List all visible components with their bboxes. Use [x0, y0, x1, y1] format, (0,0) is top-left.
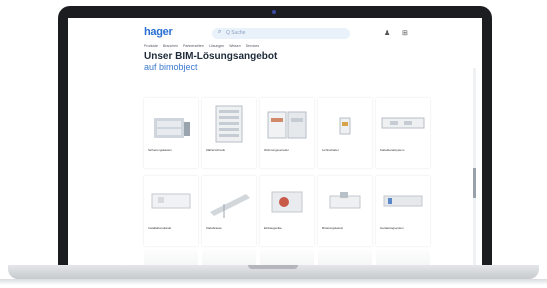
nav-item[interactable]: Wissen [229, 44, 240, 48]
product-card[interactable]: Wohnungsverteiler [260, 98, 314, 168]
laptop-shadow [0, 279, 547, 285]
product-label: Sicherungskasten [148, 148, 172, 152]
product-label: Installationskanal [148, 226, 172, 230]
product-label: Wohnungsverteiler [264, 148, 289, 152]
browser-screen: hager ⌕ Q Suche ♟ ⊞ Produkte Branchen Pa… [68, 18, 482, 268]
scrollbar-thumb[interactable] [473, 168, 476, 198]
main-nav: Produkte Branchen Partnerseiten Lösungen… [144, 44, 259, 48]
nav-item[interactable]: Branchen [163, 44, 178, 48]
product-card[interactable]: Brüstungskanal [318, 176, 372, 246]
switchboard-icon [154, 118, 190, 138]
product-card[interactable]: Kabelkanalsystem [376, 98, 430, 168]
device-icon [271, 191, 303, 213]
distribution-board-icon [267, 111, 307, 139]
installation-duct-icon [151, 193, 191, 209]
page-title: Unser BIM-Lösungsangebot [144, 51, 278, 62]
nav-item[interactable]: Partnerseiten [183, 44, 204, 48]
site-header: hager ⌕ Q Suche ♟ ⊞ [68, 18, 482, 42]
nav-item[interactable]: Produkte [144, 44, 158, 48]
product-label: Gerätetragsystem [380, 226, 404, 230]
laptop-frame: hager ⌕ Q Suche ♟ ⊞ Produkte Branchen Pa… [58, 6, 492, 276]
nav-item[interactable]: Services [246, 44, 259, 48]
product-card[interactable]: Gerätetragsystem [376, 176, 430, 246]
product-label: Brüstungskanal [322, 226, 343, 230]
parapet-duct-icon [329, 192, 361, 209]
product-label: Kabelkanalsystem [380, 148, 405, 152]
brand-logo[interactable]: hager [144, 26, 173, 38]
nav-item[interactable]: Lösungen [209, 44, 224, 48]
product-label: Kabeltrasse [206, 226, 222, 230]
cart-icon[interactable]: ⊞ [402, 29, 408, 37]
camera-icon [272, 10, 276, 14]
product-card[interactable]: Sicherungskasten [144, 98, 198, 168]
product-card[interactable]: Lichtschalter [318, 98, 372, 168]
product-card[interactable]: Installationskanal [144, 176, 198, 246]
support-system-icon [383, 195, 423, 207]
search-placeholder: Q Suche [226, 30, 246, 36]
cable-tray-icon [210, 194, 250, 218]
product-card[interactable]: Einbaugeräte [260, 176, 314, 246]
meter-cabinet-icon [215, 105, 243, 143]
user-icon[interactable]: ♟ [384, 29, 390, 37]
product-label: Zählerschrank [206, 148, 226, 152]
cable-trunking-icon [381, 117, 425, 129]
laptop-notch [248, 265, 298, 269]
product-label: Lichtschalter [322, 148, 339, 152]
search-icon: ⌕ [218, 29, 222, 35]
laptop-base [8, 265, 539, 279]
scrollbar[interactable] [473, 68, 476, 268]
product-card[interactable]: Kabeltrasse [202, 176, 256, 246]
product-label: Einbaugeräte [264, 226, 282, 230]
page-subtitle[interactable]: auf bimobject [144, 62, 198, 72]
switch-icon [339, 117, 351, 135]
search-input[interactable]: ⌕ Q Suche [212, 28, 350, 39]
product-card[interactable]: Zählerschrank [202, 98, 256, 168]
